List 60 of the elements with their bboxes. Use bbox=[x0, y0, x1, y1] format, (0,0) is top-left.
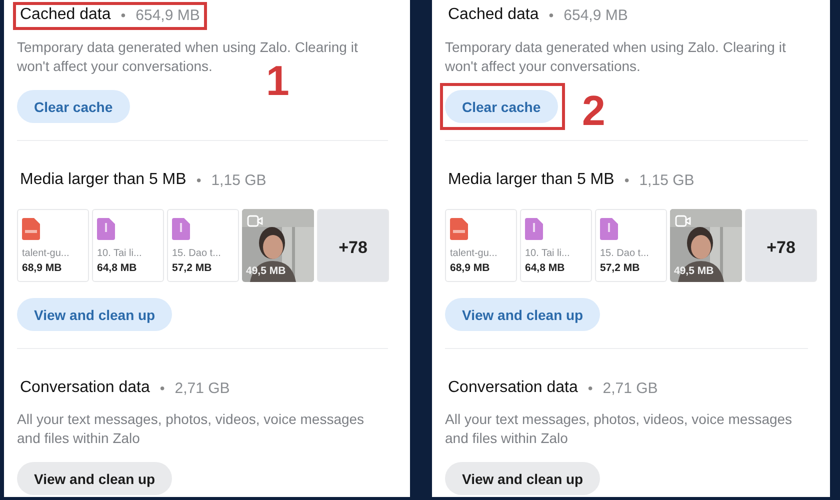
section-size: 654,9 MB bbox=[136, 6, 200, 24]
document-file-icon bbox=[97, 218, 115, 240]
section-title: Cached data bbox=[448, 6, 539, 24]
file-size: 68,9 MB bbox=[22, 262, 63, 274]
document-file-icon bbox=[600, 218, 618, 240]
separator-dot: • bbox=[120, 7, 126, 23]
section-size: 2,71 GB bbox=[602, 380, 658, 396]
file-name: 15. Dao t... bbox=[172, 248, 222, 259]
step-number: 2 bbox=[582, 90, 606, 132]
separator-dot: • bbox=[160, 380, 165, 396]
section-title: Cached data bbox=[20, 6, 111, 24]
view-and-clean-up-button[interactable]: View and clean up bbox=[445, 298, 600, 331]
file-name: 10. Tai li... bbox=[525, 248, 571, 259]
file-tile[interactable]: 10. Tai li... 64,8 MB bbox=[92, 209, 164, 282]
pdf-file-icon bbox=[22, 218, 40, 240]
view-and-clean-up-button[interactable]: View and clean up bbox=[445, 462, 600, 495]
file-size: 49,5 MB bbox=[246, 265, 286, 277]
section-title: Conversation data bbox=[448, 379, 578, 397]
document-file-icon bbox=[172, 218, 190, 240]
more-count: +78 bbox=[766, 238, 796, 258]
more-files-tile[interactable]: +78 bbox=[745, 209, 817, 282]
document-file-icon bbox=[525, 218, 543, 240]
file-name: talent-gu... bbox=[22, 248, 70, 259]
section-size: 2,71 GB bbox=[174, 380, 230, 396]
file-tile[interactable]: 10. Tai li... 64,8 MB bbox=[520, 209, 592, 282]
section-description: All your text messages, photos, videos, voice messages and files within Zalo bbox=[17, 410, 366, 448]
section-title: Conversation data bbox=[20, 379, 150, 397]
file-name: 15. Dao t... bbox=[600, 248, 650, 259]
section-title: Media larger than 5 MB bbox=[20, 171, 186, 189]
file-name: 10. Tai li... bbox=[97, 248, 143, 259]
section-size: 654,9 MB bbox=[564, 6, 628, 24]
view-and-clean-up-button[interactable]: View and clean up bbox=[17, 462, 172, 495]
file-tile[interactable]: talent-gu... 68,9 MB bbox=[17, 209, 89, 282]
file-tile[interactable]: 15. Dao t... 57,2 MB bbox=[167, 209, 239, 282]
video-camera-icon bbox=[675, 215, 691, 227]
section-title: Media larger than 5 MB bbox=[448, 171, 614, 189]
file-size: 68,9 MB bbox=[450, 262, 491, 274]
clear-cache-button[interactable]: Clear cache bbox=[17, 90, 130, 123]
view-and-clean-up-button[interactable]: View and clean up bbox=[17, 298, 172, 331]
section-description: All your text messages, photos, videos, voice messages and files within Zalo bbox=[445, 410, 794, 448]
file-size: 57,2 MB bbox=[600, 262, 641, 274]
file-tile[interactable]: 15. Dao t... 57,2 MB bbox=[595, 209, 667, 282]
separator-dot: • bbox=[588, 380, 593, 396]
file-size: 57,2 MB bbox=[172, 262, 213, 274]
more-files-tile[interactable]: +78 bbox=[317, 209, 389, 282]
file-size: 64,8 MB bbox=[525, 262, 566, 274]
section-description: Temporary data generated when using Zalo. Clearing it won't affect your conversations. bbox=[445, 38, 787, 76]
file-size: 49,5 MB bbox=[674, 265, 714, 277]
separator-dot: • bbox=[548, 7, 554, 23]
file-tile[interactable]: talent-gu... 68,9 MB bbox=[445, 209, 517, 282]
file-size: 64,8 MB bbox=[97, 262, 138, 274]
video-camera-icon bbox=[247, 215, 263, 227]
clear-cache-button[interactable]: Clear cache bbox=[445, 90, 558, 123]
more-count: +78 bbox=[338, 238, 368, 258]
section-size: 1,15 GB bbox=[211, 172, 266, 188]
section-size: 1,15 GB bbox=[639, 172, 694, 188]
pdf-file-icon bbox=[450, 218, 468, 240]
separator-dot: • bbox=[196, 172, 202, 188]
file-name: talent-gu... bbox=[450, 248, 498, 259]
separator-dot: • bbox=[624, 172, 630, 188]
